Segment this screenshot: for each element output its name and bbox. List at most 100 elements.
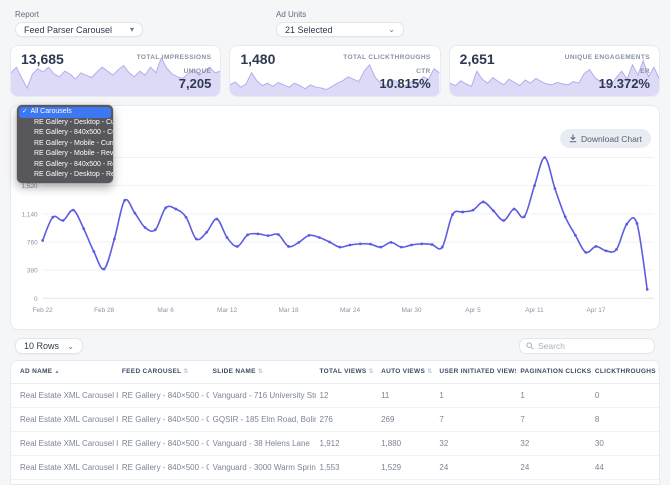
column-header-label: SLIDE NAME [212, 368, 256, 376]
table-cell: 1 [516, 383, 591, 408]
search-box [519, 338, 655, 354]
column-header-label: PAGINATION CLICKS [520, 368, 591, 376]
engagements-value: 2,651 [459, 51, 495, 67]
table-cell: RE Gallery - 840×500 - Current [117, 383, 209, 408]
table-cell: 32 [435, 431, 517, 456]
sort-icon: ⇅ [427, 369, 433, 376]
clickthroughs-label: TOTAL CLICKTHROUGHS [343, 54, 431, 61]
report-select[interactable]: Feed Parser Carousel ▾ [15, 22, 143, 37]
unique-value: 7,205 [178, 76, 212, 91]
column-header-slide-name[interactable]: SLIDE NAME ⇅ [208, 361, 316, 384]
table-cell: 30 [590, 431, 659, 456]
table-cell: Real Estate XML Carousel 840×500 [11, 407, 118, 432]
table-controls: 10 Rows ⌄ [15, 338, 655, 354]
svg-text:1,520: 1,520 [22, 183, 39, 190]
kpi-card-engagements: 2,651 UNIQUE ENGAGEMENTS ER 19.372% [448, 45, 660, 97]
kpi-row: 13,685 TOTAL IMPRESSIONS UNIQUE 7,205 1,… [10, 45, 660, 97]
table-cell: 24 [435, 455, 517, 480]
table-cell: Real Estate XML Carousel 840×500 [11, 383, 118, 408]
rows-per-page-value: 10 Rows [24, 341, 60, 351]
column-header-total-views[interactable]: TOTAL VIEWS ⇅ [315, 361, 378, 384]
dropdown-option-label: RE Gallery - Desktop - Current [34, 118, 113, 126]
table-cell: RE Gallery - 840×500 - Current [117, 455, 209, 480]
report-filter: Report Feed Parser Carousel ▾ [15, 10, 143, 37]
table-cell: 1,880 [377, 431, 436, 456]
dropdown-option-2[interactable]: RE Gallery - 840x500 - Current [17, 128, 113, 139]
table-cell: Vanguard - 38 Helens Lane [208, 431, 316, 456]
table-cell: 1 [435, 383, 517, 408]
ad-units-select[interactable]: 21 Selected ⌄ [276, 22, 404, 37]
ad-units-label: Ad Units [276, 10, 307, 19]
dropdown-option-0[interactable]: ✓ All Carousels [19, 107, 111, 118]
chevron-down-icon: ⌄ [67, 341, 74, 351]
er-label: ER [640, 68, 650, 75]
table-row[interactable]: Real Estate XML Carousel 840×500RE Galle… [11, 407, 659, 432]
search-input[interactable] [538, 341, 648, 351]
table-cell: 7 [435, 407, 517, 432]
er-value: 19.372% [598, 76, 650, 91]
column-header-pagination-clicks[interactable]: PAGINATION CLICKS⇅ [516, 361, 591, 384]
dropdown-option-1[interactable]: RE Gallery - Desktop - Current [17, 118, 113, 129]
clickthroughs-value: 1,480 [240, 51, 276, 67]
table-row[interactable]: Real Estate XML Carousel 840×500RE Galle… [11, 455, 659, 480]
table-cell: Vanguard - 716 University Street [208, 383, 316, 408]
dropdown-option-label: RE Gallery - 840x500 - Current [34, 129, 113, 136]
download-chart-button[interactable]: Download Chart [560, 129, 651, 148]
table-cell: Vanguard - 3000 Warm Springs Road [208, 455, 316, 480]
dropdown-option-label: RE Gallery - Mobile - Review [34, 150, 113, 157]
svg-text:Feb 22: Feb 22 [33, 307, 53, 314]
sort-icon: ⇅ [368, 369, 374, 376]
table-header-row: AD NAME ▲ FEED CAROUSEL ⇅ SLIDE NAME ⇅ TOTAL V… [11, 361, 659, 384]
dropdown-option-3[interactable]: RE Gallery - Mobile - Current [17, 139, 113, 150]
column-header-label: FEED CAROUSEL [121, 368, 182, 376]
slides-table-card: AD NAME ▲ FEED CAROUSEL ⇅ SLIDE NAME ⇅ TOTAL V… [10, 360, 660, 485]
carousel-dropdown-menu: ✓All CarouselsRE Gallery - Desktop - Cur… [17, 105, 113, 183]
dropdown-option-label: All Carousels [30, 108, 72, 115]
sort-icon: ⇅ [257, 369, 264, 376]
dropdown-option-5[interactable]: RE Gallery - 840x500 - Review [17, 160, 113, 171]
svg-text:1,140: 1,140 [22, 211, 39, 218]
table-cell: RE Gallery - 840×500 - Current [117, 407, 209, 432]
table-cell: Real Estate XML Carousel 840×500 [11, 431, 118, 456]
search-icon [526, 342, 534, 350]
table-cell: 8 [590, 407, 659, 432]
svg-text:Mar 30: Mar 30 [401, 307, 421, 314]
column-header-clickthroughs[interactable]: CLICKTHROUGHS⇅ [590, 361, 659, 384]
chevron-down-icon: ⌄ [388, 25, 395, 34]
svg-text:Apr 17: Apr 17 [586, 307, 605, 314]
table-row[interactable]: Real Estate XML Carousel 840×500RE Galle… [11, 383, 659, 408]
filter-bar: Report Feed Parser Carousel ▾ Ad Units 2… [0, 0, 670, 37]
column-header-feed-carousel[interactable]: FEED CAROUSEL ⇅ [117, 361, 209, 384]
caret-down-icon: ▾ [129, 25, 134, 34]
table-cell: 269 [377, 407, 436, 432]
svg-text:Feb 28: Feb 28 [94, 307, 114, 314]
sort-icon: ⇅ [183, 369, 189, 376]
ctr-label: CTR [416, 68, 431, 75]
svg-text:Mar 24: Mar 24 [340, 307, 360, 314]
table-cell: 0 [590, 383, 659, 408]
sort-ascending-icon: ▲ [54, 369, 60, 376]
table-cell: 12 [315, 383, 378, 408]
dropdown-option-6[interactable]: RE Gallery - Desktop - Review [17, 170, 113, 181]
rows-per-page-select[interactable]: 10 Rows ⌄ [15, 338, 83, 354]
unique-label: UNIQUE [183, 68, 212, 75]
svg-text:0: 0 [34, 296, 38, 303]
table-cell: 276 [315, 407, 378, 432]
column-header-auto-views[interactable]: AUTO VIEWS ⇅ [377, 361, 436, 384]
dropdown-option-4[interactable]: RE Gallery - Mobile - Review [17, 149, 113, 160]
column-header-label: AUTO VIEWS [381, 368, 426, 376]
ad-units-select-value: 21 Selected [285, 24, 333, 35]
impressions-label: TOTAL IMPRESSIONS [136, 54, 212, 61]
sort-icon: ⇅ [658, 369, 659, 375]
column-header-user-initiated-views[interactable]: USER INITIATED VIEWS⇅ [435, 361, 517, 384]
svg-text:760: 760 [27, 239, 38, 246]
ad-units-filter: Ad Units 21 Selected ⌄ [276, 10, 404, 37]
table-row[interactable]: Real Estate XML Carousel 840×500RE Galle… [11, 431, 659, 456]
table-cell: 11 [377, 383, 436, 408]
column-header-ad-name[interactable]: AD NAME ▲ [11, 361, 118, 384]
column-header-label: USER INITIATED VIEWS [439, 368, 517, 376]
report-select-value: Feed Parser Carousel [24, 24, 113, 35]
svg-text:Apr 5: Apr 5 [465, 307, 481, 314]
checkmark-icon: ✓ [22, 108, 28, 115]
engagements-label: UNIQUE ENGAGEMENTS [564, 54, 650, 61]
